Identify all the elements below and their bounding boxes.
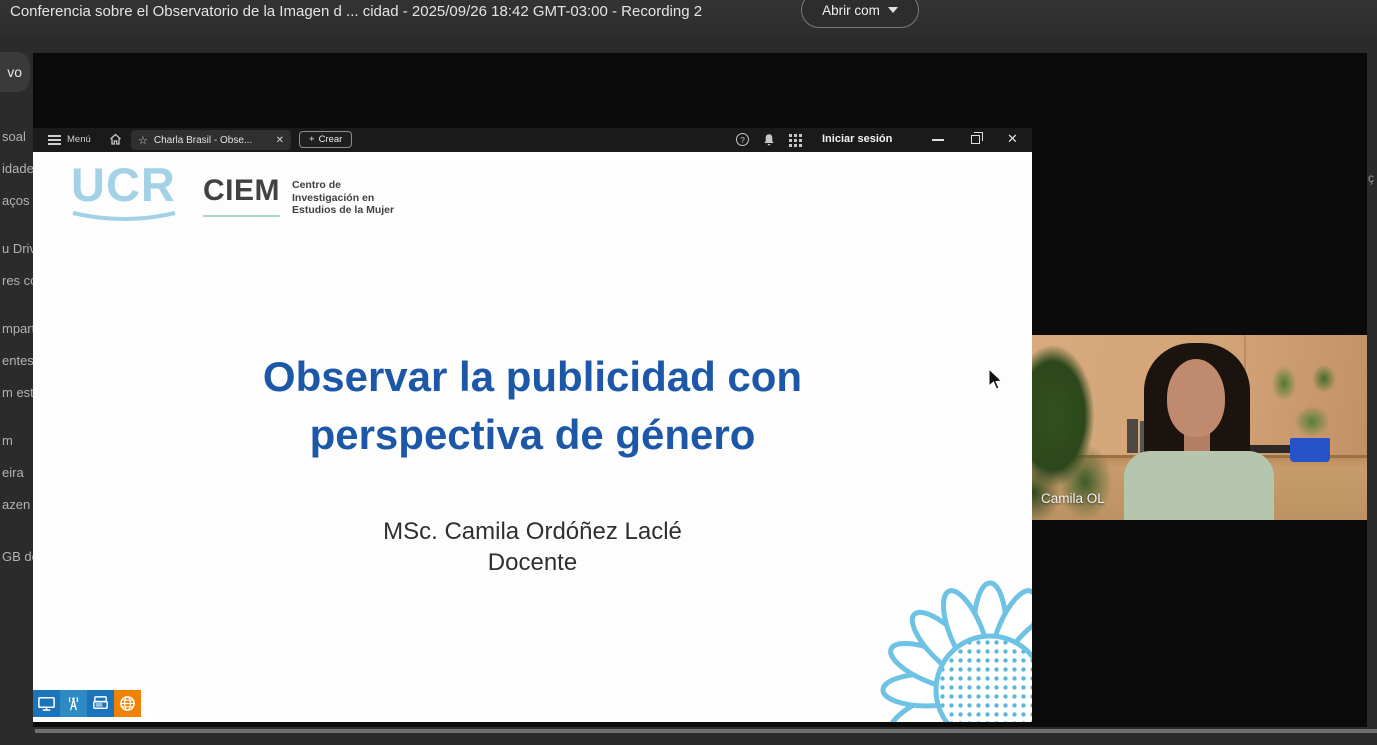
ucr-logo: UCR [71, 160, 191, 229]
plus-icon: + [309, 134, 315, 145]
create-label: Crear [318, 134, 343, 145]
mouse-cursor [988, 368, 1003, 390]
chevron-down-icon [887, 7, 898, 13]
recording-video-frame[interactable]: Menú ☆ Charla Brasil - Obse... ✕ + Crear… [33, 53, 1367, 727]
browser-tab: ☆ Charla Brasil - Obse... ✕ [131, 130, 291, 150]
recorded-browser-toolbar: Menú ☆ Charla Brasil - Obse... ✕ + Crear… [33, 128, 1032, 152]
speaker-torso [1124, 451, 1274, 520]
new-button-fragment[interactable]: vo [0, 52, 30, 92]
printer-press-icon [87, 690, 114, 717]
sidebar-item[interactable]: eira [2, 465, 24, 480]
sidebar-item[interactable]: mpart [2, 321, 33, 336]
video-progress-bar[interactable] [35, 729, 1377, 733]
ciem-logo-text: CIEM [203, 174, 280, 217]
participant-name-label: Camila OL [1041, 491, 1105, 506]
open-with-label: Abrir com [822, 2, 880, 18]
sidebar-item[interactable]: m [2, 433, 13, 448]
sidebar-item[interactable]: res co [2, 273, 33, 288]
media-icon-strip [33, 690, 141, 717]
houseplant-right [1264, 355, 1344, 450]
slide-presenter: MSc. Camila Ordóñez Laclé Docente [383, 518, 682, 576]
slide-title: Observar la publicidad con perspectiva d… [262, 353, 803, 458]
close-window-icon: ✕ [1007, 131, 1018, 146]
radio-tower-icon [60, 690, 87, 717]
right-edge-text-fragment: ç [1368, 171, 1374, 185]
preview-title-bar: Conferencia sobre el Observatorio de la … [0, 0, 1377, 38]
sidebar-item[interactable]: m estr [2, 385, 33, 400]
tab-close-icon: ✕ [275, 134, 284, 146]
presentation-slide: UCR CIEM Centro de Investigación en Estu… [33, 152, 1032, 722]
create-button: + Crear [299, 131, 353, 148]
ciem-logo: CIEM Centro de Investigación en Estudios… [203, 174, 394, 217]
home-icon [109, 133, 122, 151]
books-on-shelf [1127, 419, 1138, 453]
storage-usage-fragment: GB de [2, 549, 33, 564]
drive-video-preview-window: Conferencia sobre el Observatorio de la … [0, 0, 1377, 745]
restore-window-icon [971, 131, 984, 144]
recording-title: Conferencia sobre el Observatorio de la … [10, 3, 703, 20]
sign-in-label: Iniciar sesión [822, 133, 893, 145]
help-icon: ? [736, 133, 749, 146]
sidebar-item[interactable]: idade [2, 161, 33, 176]
ucr-logo-swoosh [72, 211, 176, 221]
open-with-button[interactable]: Abrir com [801, 0, 919, 28]
sidebar-item[interactable]: aços [2, 193, 29, 208]
apps-grid-icon [789, 134, 792, 137]
bell-icon [762, 132, 776, 152]
tab-title: Charla Brasil - Obse... [153, 134, 253, 146]
sidebar-item[interactable]: soal [2, 129, 26, 144]
ciem-logo-subtitle: Centro de Investigación en Estudios de l… [292, 179, 395, 216]
ucr-logo-text: UCR [71, 158, 176, 211]
sidebar-item[interactable]: azen [2, 497, 30, 512]
blue-plant-pot [1290, 438, 1330, 462]
sunflower-illustration [880, 580, 1032, 722]
minimize-icon [932, 139, 944, 141]
webcam-video-tile: Camila OL [1032, 335, 1367, 520]
sidebar-item[interactable]: u Driv [2, 241, 33, 256]
speaker-face [1167, 359, 1225, 437]
star-icon: ☆ [138, 134, 148, 147]
drive-sidebar: vo soal idade aços u Driv res co mpart e… [0, 36, 33, 745]
tv-icon [33, 690, 60, 717]
browser-menu-label: Menú [67, 134, 91, 145]
sidebar-item[interactable]: entes [2, 353, 33, 368]
globe-icon [114, 690, 141, 717]
hamburger-menu-icon [48, 135, 61, 145]
